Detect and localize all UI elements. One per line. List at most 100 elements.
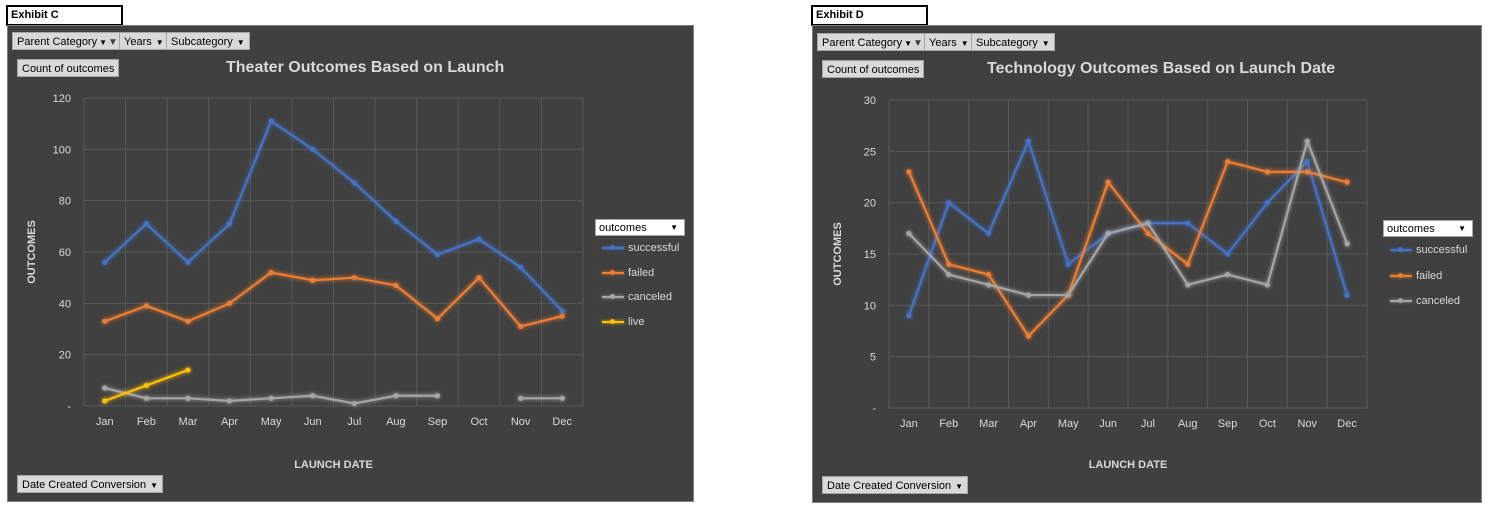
- legend-label: canceled: [1416, 295, 1461, 307]
- data-point-canceled[interactable]: [102, 385, 108, 391]
- data-point-canceled[interactable]: [518, 395, 524, 401]
- data-point-failed[interactable]: [1145, 230, 1151, 237]
- legend-item-canceled[interactable]: canceled: [602, 291, 672, 303]
- data-point-canceled[interactable]: [1304, 138, 1310, 144]
- x-tick-label: Aug: [1178, 418, 1198, 430]
- data-point-canceled[interactable]: [143, 395, 149, 401]
- data-point-failed[interactable]: [393, 282, 399, 288]
- data-point-successful[interactable]: [351, 180, 357, 186]
- legend-item-canceled[interactable]: canceled: [1390, 295, 1460, 307]
- data-point-canceled[interactable]: [1025, 292, 1032, 298]
- data-point-canceled[interactable]: [1185, 282, 1191, 288]
- data-point-failed[interactable]: [946, 261, 952, 267]
- data-point-canceled[interactable]: [185, 395, 191, 401]
- data-point-successful[interactable]: [1065, 261, 1071, 267]
- data-point-canceled[interactable]: [1224, 271, 1231, 278]
- data-point-successful[interactable]: [906, 313, 912, 319]
- data-point-failed[interactable]: [310, 277, 316, 283]
- data-point-failed[interactable]: [1304, 169, 1310, 175]
- data-point-canceled[interactable]: [559, 395, 565, 401]
- legend-item-failed[interactable]: failed: [1390, 270, 1442, 282]
- data-point-failed[interactable]: [559, 313, 565, 319]
- data-point-failed[interactable]: [434, 316, 441, 322]
- data-point-successful[interactable]: [1025, 138, 1032, 144]
- data-point-successful[interactable]: [559, 308, 565, 314]
- data-point-canceled[interactable]: [393, 393, 399, 399]
- x-tick-label: Oct: [470, 416, 487, 428]
- data-point-successful[interactable]: [1264, 200, 1271, 206]
- legend-item-live[interactable]: live: [602, 316, 645, 328]
- x-tick-label: Jul: [1141, 418, 1155, 430]
- data-point-successful[interactable]: [226, 221, 233, 227]
- data-point-live[interactable]: [102, 398, 108, 404]
- legend-marker-dot: [610, 245, 615, 251]
- data-point-failed[interactable]: [185, 318, 191, 324]
- data-point-failed[interactable]: [906, 169, 912, 175]
- data-point-failed[interactable]: [1344, 179, 1350, 185]
- legend-marker-icon: [602, 318, 624, 324]
- data-point-canceled[interactable]: [226, 398, 233, 404]
- data-point-canceled[interactable]: [1344, 241, 1350, 247]
- data-point-canceled[interactable]: [310, 393, 316, 399]
- data-point-canceled[interactable]: [985, 282, 992, 288]
- data-point-successful[interactable]: [985, 230, 992, 237]
- data-point-failed[interactable]: [1025, 333, 1032, 339]
- x-tick-label: Dec: [1337, 418, 1357, 430]
- exhibit-c-label: Exhibit C: [6, 5, 123, 26]
- data-point-failed[interactable]: [1224, 159, 1231, 165]
- data-point-canceled[interactable]: [1264, 282, 1271, 288]
- data-point-successful[interactable]: [143, 221, 149, 227]
- legend-item-failed[interactable]: failed: [602, 267, 654, 279]
- data-point-successful[interactable]: [310, 146, 316, 152]
- data-point-successful[interactable]: [476, 236, 482, 242]
- data-point-successful[interactable]: [946, 200, 952, 206]
- data-point-failed[interactable]: [476, 275, 482, 281]
- legend-label: live: [628, 315, 645, 328]
- data-point-failed[interactable]: [518, 323, 524, 330]
- data-point-canceled[interactable]: [1105, 230, 1111, 237]
- legend-marker-dot: [610, 269, 615, 275]
- data-point-live[interactable]: [143, 382, 149, 389]
- y-tick-label: 20: [864, 198, 876, 210]
- legend-item-successful[interactable]: successful: [1390, 244, 1467, 256]
- data-point-live[interactable]: [185, 367, 191, 373]
- data-point-failed[interactable]: [351, 275, 357, 281]
- data-point-successful[interactable]: [434, 251, 441, 258]
- data-point-successful[interactable]: [518, 264, 524, 270]
- data-point-failed[interactable]: [1105, 179, 1111, 185]
- data-point-successful[interactable]: [1304, 159, 1310, 165]
- data-point-successful[interactable]: [393, 218, 399, 224]
- data-point-canceled[interactable]: [1065, 292, 1071, 298]
- date-created-conversion-button[interactable]: Date Created Conversion ▼: [17, 475, 164, 493]
- outcomes-legend-title: outcomes: [1387, 223, 1435, 235]
- data-point-failed[interactable]: [1185, 261, 1191, 267]
- technology-outcomes-line-chart: - 5 10 15 20 25 30 Jan Feb Mar Apr May Jun Jul Aug Sep O…: [832, 95, 1368, 471]
- data-point-canceled[interactable]: [946, 271, 952, 278]
- data-point-canceled[interactable]: [1145, 220, 1151, 226]
- legend-item-successful[interactable]: successful: [602, 242, 679, 254]
- data-point-failed[interactable]: [102, 318, 108, 324]
- outcomes-legend-dropdown[interactable]: outcomes ▼: [595, 219, 685, 236]
- data-point-successful[interactable]: [102, 259, 108, 265]
- data-point-successful[interactable]: [1224, 251, 1231, 257]
- data-point-successful[interactable]: [1185, 220, 1191, 226]
- data-point-canceled[interactable]: [351, 400, 357, 407]
- data-point-failed[interactable]: [268, 269, 274, 276]
- outcomes-legend-dropdown[interactable]: outcomes ▼: [1383, 220, 1473, 237]
- x-tick-label: Jan: [96, 416, 114, 428]
- data-point-successful[interactable]: [1344, 292, 1350, 298]
- data-point-canceled[interactable]: [268, 395, 274, 401]
- data-point-canceled[interactable]: [906, 230, 912, 237]
- data-point-failed[interactable]: [1264, 169, 1271, 175]
- data-point-canceled[interactable]: [434, 393, 441, 399]
- data-point-failed[interactable]: [985, 271, 992, 278]
- date-created-conversion-button[interactable]: Date Created Conversion ▼: [822, 476, 969, 494]
- legend-marker-icon: [602, 294, 624, 300]
- data-point-successful[interactable]: [268, 118, 274, 124]
- chevron-down-icon: ▼: [1458, 224, 1466, 233]
- data-point-failed[interactable]: [143, 303, 149, 309]
- data-point-successful[interactable]: [185, 259, 191, 265]
- data-point-failed[interactable]: [226, 300, 233, 306]
- x-axis-title: LAUNCH DATE: [1089, 459, 1168, 471]
- y-tick-label: 120: [53, 93, 71, 105]
